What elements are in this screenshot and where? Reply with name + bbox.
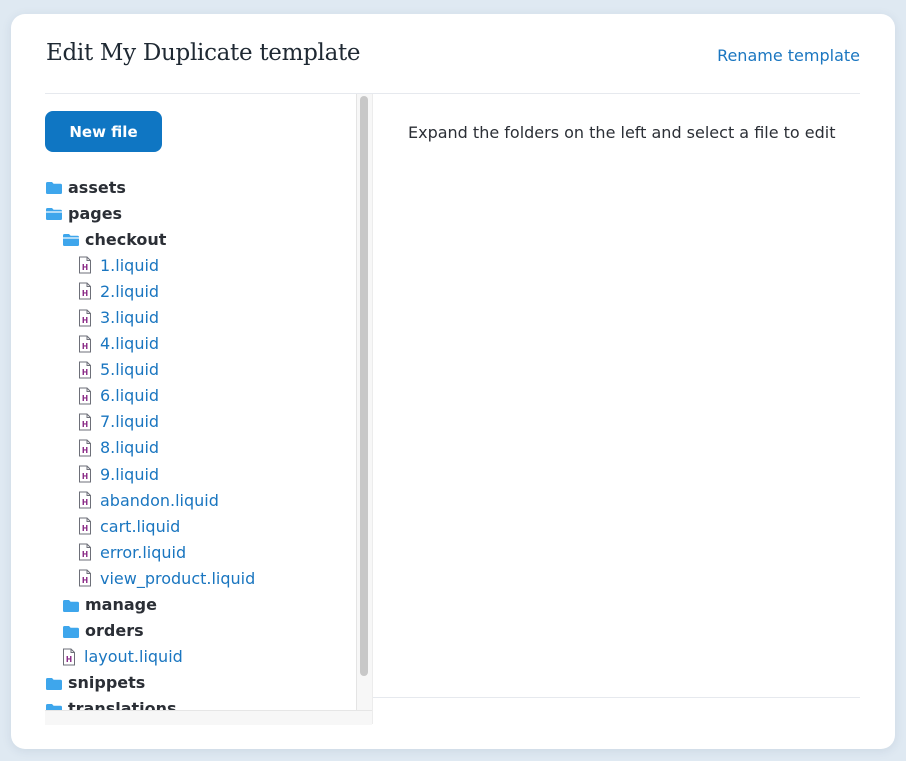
edit-template-card: Edit My Duplicate template Rename templa… <box>11 14 895 749</box>
tree-folder-translations[interactable]: translations <box>45 696 357 710</box>
tree-folder-assets[interactable]: assets <box>45 174 357 200</box>
folder-label[interactable]: manage <box>85 595 157 614</box>
file-label[interactable]: 9.liquid <box>100 465 159 484</box>
tree-file-view-product-liquid[interactable]: Hview_product.liquid <box>45 565 357 591</box>
file-label[interactable]: 2.liquid <box>100 282 159 301</box>
tree-file-2-liquid[interactable]: H 2.liquid <box>45 278 357 304</box>
horizontal-scrollbar <box>45 710 372 725</box>
file-label[interactable]: cart.liquid <box>100 517 180 536</box>
tree-file-abandon-liquid[interactable]: Habandon.liquid <box>45 487 357 513</box>
html-file-icon: H <box>78 569 92 587</box>
folder-open-icon <box>45 206 63 221</box>
tree-folder-snippets[interactable]: snippets <box>45 670 357 696</box>
file-label[interactable]: 1.liquid <box>100 256 159 275</box>
folder-label[interactable]: pages <box>68 204 122 223</box>
html-file-icon: H <box>78 387 92 405</box>
html-file-icon: H <box>78 256 92 274</box>
file-label[interactable]: 5.liquid <box>100 360 159 379</box>
file-tree-pane: New file assets pages checkout H 1.liquid H 2.… <box>45 94 371 711</box>
tree-file-9-liquid[interactable]: H 9.liquid <box>45 461 357 487</box>
svg-text:H: H <box>82 316 88 325</box>
tree-folder-orders[interactable]: orders <box>45 618 357 644</box>
tree-file-error-liquid[interactable]: Herror.liquid <box>45 539 357 565</box>
svg-text:H: H <box>66 655 72 664</box>
svg-text:H: H <box>82 472 88 481</box>
html-file-icon: H <box>78 465 92 483</box>
tree-folder-checkout[interactable]: checkout <box>45 226 357 252</box>
file-label[interactable]: 6.liquid <box>100 386 159 405</box>
file-label[interactable]: view_product.liquid <box>100 569 255 588</box>
file-tree: assets pages checkout H 1.liquid H 2.liquid H 3.… <box>45 174 357 710</box>
file-label[interactable]: 7.liquid <box>100 412 159 431</box>
tree-file-4-liquid[interactable]: H 4.liquid <box>45 331 357 357</box>
folder-icon <box>62 624 80 638</box>
file-label[interactable]: abandon.liquid <box>100 491 219 510</box>
tree-file-cart-liquid[interactable]: Hcart.liquid <box>45 513 357 539</box>
svg-text:H: H <box>82 446 88 455</box>
folder-open-icon <box>62 232 80 247</box>
svg-text:H: H <box>82 576 88 585</box>
rename-template-link[interactable]: Rename template <box>717 46 860 65</box>
editor-empty-hint: Expand the folders on the left and selec… <box>408 123 836 142</box>
tree-file-7-liquid[interactable]: H 7.liquid <box>45 409 357 435</box>
html-file-icon: H <box>78 413 92 431</box>
svg-text:H: H <box>82 342 88 351</box>
html-file-icon: H <box>62 648 76 666</box>
html-file-icon: H <box>78 517 92 535</box>
svg-text:H: H <box>82 420 88 429</box>
svg-text:H: H <box>82 498 88 507</box>
svg-text:H: H <box>82 289 88 298</box>
svg-text:H: H <box>82 550 88 559</box>
html-file-icon: H <box>78 543 92 561</box>
tree-folder-pages[interactable]: pages <box>45 200 357 226</box>
file-label[interactable]: layout.liquid <box>84 647 183 666</box>
html-file-icon: H <box>78 491 92 509</box>
file-label[interactable]: 4.liquid <box>100 334 159 353</box>
html-file-icon: H <box>78 309 92 327</box>
svg-text:H: H <box>82 368 88 377</box>
file-label[interactable]: 8.liquid <box>100 438 159 457</box>
tree-file-8-liquid[interactable]: H 8.liquid <box>45 435 357 461</box>
tree-file-6-liquid[interactable]: H 6.liquid <box>45 383 357 409</box>
folder-icon <box>45 180 63 195</box>
html-file-icon: H <box>78 282 92 300</box>
svg-text:H: H <box>82 263 88 272</box>
tree-folder-manage[interactable]: manage <box>45 592 357 618</box>
tree-file-1-liquid[interactable]: H 1.liquid <box>45 252 357 278</box>
file-label[interactable]: error.liquid <box>100 543 186 562</box>
folder-icon <box>45 676 63 690</box>
html-file-icon: H <box>78 335 92 353</box>
html-file-icon: H <box>78 361 92 379</box>
svg-text:H: H <box>82 394 88 403</box>
folder-label[interactable]: checkout <box>85 230 166 249</box>
folder-label[interactable]: orders <box>85 621 144 640</box>
tree-file-layout-liquid[interactable]: Hlayout.liquid <box>45 644 357 670</box>
editor-pane: Expand the folders on the left and selec… <box>373 94 860 698</box>
svg-text:H: H <box>82 524 88 533</box>
folder-label[interactable]: assets <box>68 178 126 197</box>
folder-icon <box>62 598 80 612</box>
scrollbar-thumb[interactable] <box>360 96 368 676</box>
tree-file-3-liquid[interactable]: H 3.liquid <box>45 304 357 330</box>
page-title: Edit My Duplicate template <box>46 40 361 66</box>
tree-file-5-liquid[interactable]: H 5.liquid <box>45 357 357 383</box>
folder-label[interactable]: snippets <box>68 673 145 692</box>
file-label[interactable]: 3.liquid <box>100 308 159 327</box>
html-file-icon: H <box>78 439 92 457</box>
new-file-button[interactable]: New file <box>45 111 162 152</box>
